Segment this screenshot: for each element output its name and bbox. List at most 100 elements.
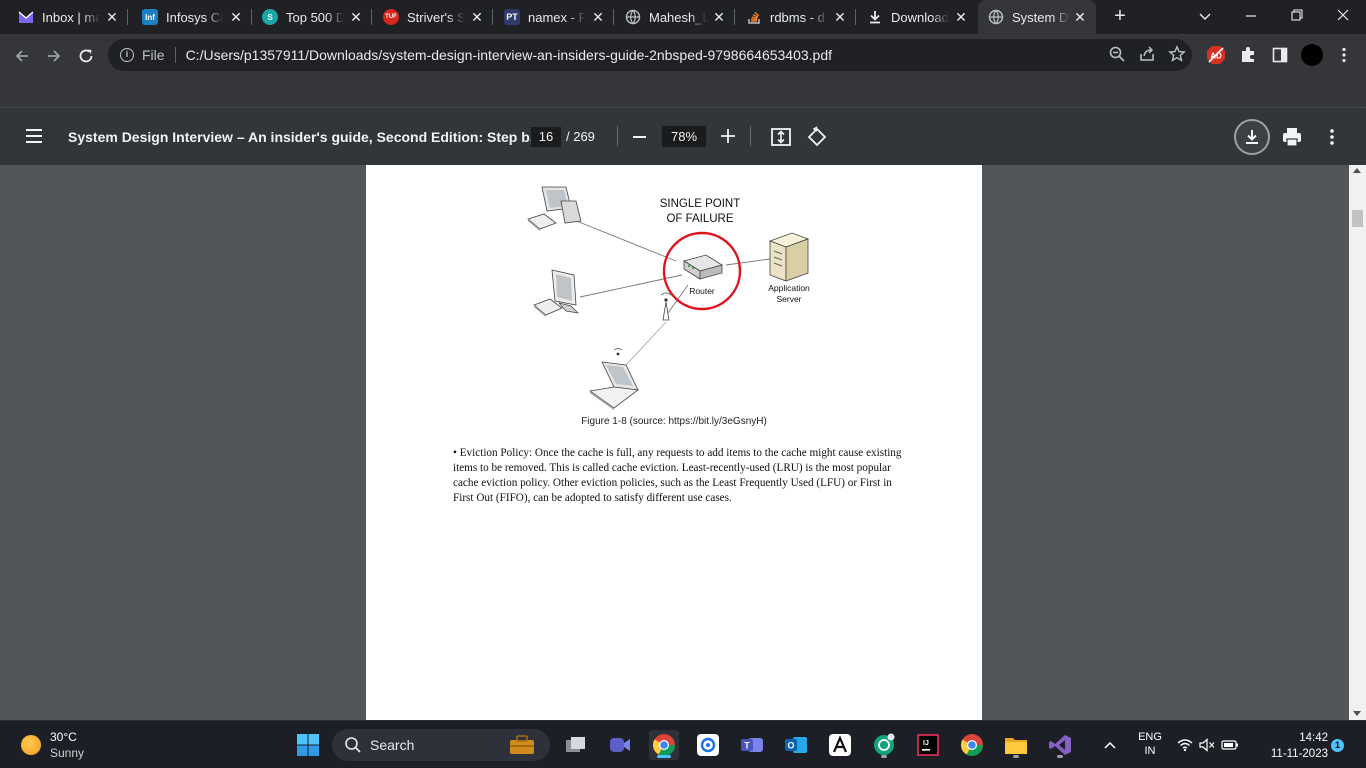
scroll-up-icon[interactable] bbox=[1353, 168, 1361, 173]
system-tray-status[interactable] bbox=[1176, 730, 1240, 760]
zoom-icon[interactable] bbox=[1108, 45, 1126, 63]
weather-condition[interactable]: Sunny bbox=[50, 746, 84, 760]
pdf-title: System Design Interview – An insider's g… bbox=[68, 129, 542, 145]
tab-label: rdbms - d bbox=[770, 9, 825, 25]
back-button[interactable] bbox=[8, 42, 36, 70]
notification-badge[interactable]: 1 bbox=[1331, 739, 1344, 752]
taskbar: 30°C Sunny Search T O IJ ENG IN 14:42 11… bbox=[0, 720, 1366, 768]
show-hidden-icons-button[interactable] bbox=[1097, 730, 1123, 760]
tab-label: Inbox | ma bbox=[42, 9, 100, 25]
weather-temperature[interactable]: 30°C bbox=[50, 730, 77, 744]
close-icon[interactable]: ✕ bbox=[1072, 9, 1088, 25]
pdf-page: SINGLE POINT OF FAILURE Router Applicati… bbox=[366, 165, 982, 720]
chrome-profile-icon[interactable] bbox=[957, 730, 987, 760]
tab-label: Striver's S bbox=[407, 9, 465, 25]
tab-top500[interactable]: S Top 500 D ✕ bbox=[252, 0, 372, 34]
mail-icon bbox=[18, 9, 34, 25]
tab-inbox[interactable]: Inbox | ma ✕ bbox=[8, 0, 128, 34]
zoom-out-button[interactable] bbox=[633, 136, 646, 138]
infosys-icon: Inf bbox=[142, 9, 158, 25]
intellij-icon[interactable]: IJ bbox=[913, 730, 943, 760]
close-icon[interactable]: ✕ bbox=[590, 9, 606, 25]
adblock-extension-icon[interactable]: AD bbox=[1204, 42, 1228, 68]
more-vert-icon[interactable] bbox=[1321, 126, 1343, 148]
star-icon[interactable] bbox=[1168, 45, 1186, 63]
close-icon[interactable]: ✕ bbox=[228, 9, 244, 25]
close-icon[interactable]: ✕ bbox=[953, 9, 969, 25]
close-window-button[interactable] bbox=[1320, 0, 1366, 34]
volume-muted-icon bbox=[1199, 738, 1215, 752]
new-tab-button[interactable]: + bbox=[1108, 5, 1132, 29]
router-icon bbox=[683, 254, 723, 280]
puzzle-icon[interactable] bbox=[1236, 42, 1260, 68]
close-icon[interactable]: ✕ bbox=[711, 9, 727, 25]
tab-label: Infosys Ca bbox=[166, 9, 224, 25]
close-icon[interactable]: ✕ bbox=[104, 9, 120, 25]
tab-infosys[interactable]: Inf Infosys Ca ✕ bbox=[132, 0, 252, 34]
task-view-icon[interactable] bbox=[561, 730, 591, 760]
tab-rdbms[interactable]: rdbms - d ✕ bbox=[736, 0, 856, 34]
svg-text:O: O bbox=[787, 741, 794, 751]
pdf-toolbar: System Design Interview – An insider's g… bbox=[0, 108, 1366, 165]
close-icon bbox=[1337, 9, 1349, 21]
file-explorer-icon[interactable] bbox=[1001, 730, 1031, 760]
minimize-button[interactable] bbox=[1228, 0, 1274, 34]
tab-system-design[interactable]: System D ✕ bbox=[978, 0, 1096, 34]
outlook-icon[interactable]: O bbox=[781, 730, 811, 760]
page-total: / 269 bbox=[566, 129, 595, 144]
taskbar-search[interactable]: Search bbox=[332, 729, 550, 761]
tab-label: System D bbox=[1012, 9, 1069, 25]
tab-search-button[interactable] bbox=[1182, 0, 1228, 34]
zoom-input[interactable]: 78% bbox=[662, 126, 706, 147]
language-indicator[interactable]: ENG IN bbox=[1132, 731, 1168, 757]
tab-downloads[interactable]: Download ✕ bbox=[857, 0, 977, 34]
close-icon[interactable]: ✕ bbox=[469, 9, 485, 25]
focus-app-icon[interactable] bbox=[693, 730, 723, 760]
chrome-taskbar-icon[interactable] bbox=[649, 730, 679, 760]
url-text[interactable]: C:/Users/p1357911/Downloads/system-desig… bbox=[186, 47, 832, 63]
briefcase-icon bbox=[508, 734, 536, 756]
start-button[interactable] bbox=[293, 730, 323, 760]
tab-mahesh[interactable]: Mahesh_D ✕ bbox=[615, 0, 735, 34]
reload-button[interactable] bbox=[72, 42, 100, 70]
visual-studio-icon[interactable] bbox=[1045, 730, 1075, 760]
chatgpt-icon[interactable] bbox=[869, 730, 899, 760]
side-panel-icon[interactable] bbox=[1268, 42, 1292, 68]
pt-icon: PT bbox=[504, 9, 520, 25]
chevron-up-icon bbox=[1104, 741, 1116, 749]
info-icon[interactable]: i bbox=[120, 48, 134, 62]
font-app-icon[interactable] bbox=[825, 730, 855, 760]
profile-avatar[interactable] bbox=[1300, 42, 1324, 68]
fit-page-icon[interactable] bbox=[770, 126, 792, 148]
globe-icon bbox=[625, 9, 641, 25]
teams-icon[interactable]: T bbox=[737, 730, 767, 760]
meet-icon[interactable] bbox=[605, 730, 635, 760]
svg-text:T: T bbox=[744, 741, 750, 751]
server-label-line2: Server bbox=[776, 294, 801, 304]
address-bar[interactable]: i File C:/Users/p1357911/Downloads/syste… bbox=[108, 39, 1192, 71]
close-icon[interactable]: ✕ bbox=[348, 9, 364, 25]
scrollbar[interactable] bbox=[1349, 165, 1366, 720]
rotate-icon[interactable] bbox=[806, 126, 828, 148]
tab-namex[interactable]: PT namex - P ✕ bbox=[494, 0, 614, 34]
restore-button[interactable] bbox=[1274, 0, 1320, 34]
close-icon[interactable]: ✕ bbox=[832, 9, 848, 25]
chrome-menu-button[interactable] bbox=[1332, 42, 1356, 68]
sun-icon[interactable] bbox=[21, 735, 41, 755]
menu-icon[interactable] bbox=[24, 127, 44, 145]
print-icon[interactable] bbox=[1281, 126, 1303, 148]
page-number-input[interactable]: 16 bbox=[531, 127, 561, 147]
share-icon[interactable] bbox=[1138, 45, 1156, 63]
tab-label: Top 500 D bbox=[286, 9, 344, 25]
download-button[interactable] bbox=[1234, 119, 1270, 155]
zoom-in-button[interactable] bbox=[720, 128, 736, 144]
battery-icon bbox=[1221, 740, 1238, 750]
forward-button[interactable] bbox=[40, 42, 68, 70]
scroll-down-icon[interactable] bbox=[1353, 711, 1361, 716]
windows-icon bbox=[297, 734, 319, 756]
tab-striver[interactable]: TUF Striver's S ✕ bbox=[373, 0, 493, 34]
pdf-viewer[interactable]: SINGLE POINT OF FAILURE Router Applicati… bbox=[0, 165, 1366, 720]
clock[interactable]: 14:42 11-11-2023 bbox=[1258, 730, 1328, 762]
scroll-thumb[interactable] bbox=[1352, 210, 1363, 227]
server-label-line1: Application bbox=[768, 283, 810, 293]
